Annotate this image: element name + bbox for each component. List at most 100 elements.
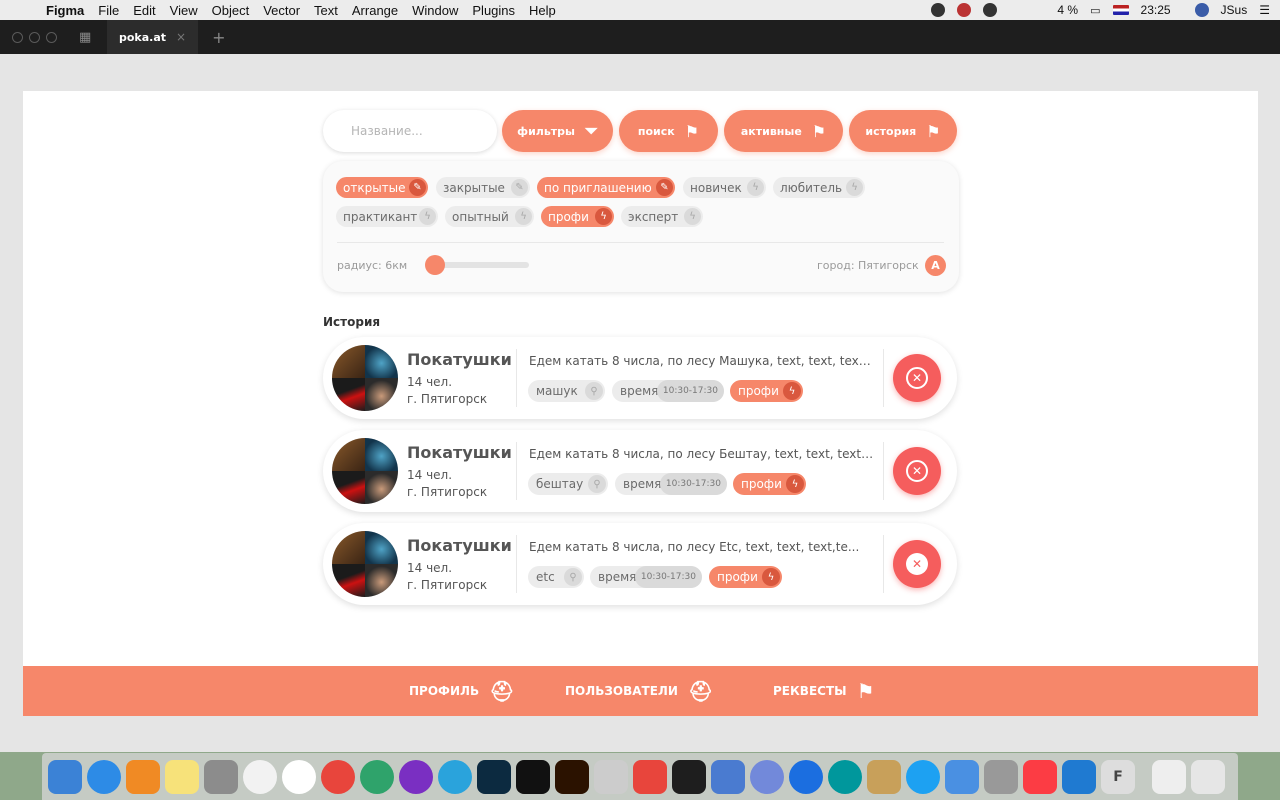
menu-file[interactable]: File xyxy=(98,3,119,18)
yandex-browser-icon[interactable] xyxy=(282,759,316,794)
level-tag: профи ϟ xyxy=(730,380,803,402)
chip-beginner[interactable]: новичек ϟ xyxy=(683,177,766,198)
user-avatar-icon xyxy=(1194,3,1209,17)
status-app-icon[interactable] xyxy=(957,3,972,17)
search-input[interactable]: Название... xyxy=(323,110,497,152)
discord-icon[interactable] xyxy=(750,759,784,794)
group-avatar xyxy=(332,345,398,411)
creative-cloud-icon[interactable] xyxy=(983,3,998,17)
notes-icon[interactable] xyxy=(165,759,199,794)
city-label: город: Пятигорск xyxy=(817,259,919,272)
figma-icon[interactable] xyxy=(672,759,706,794)
place-tag: машук ⚲ xyxy=(528,380,605,402)
finder-icon[interactable] xyxy=(48,759,82,794)
lightning-icon: ϟ xyxy=(419,208,436,225)
event-name: Покатушки xyxy=(407,536,512,555)
remove-button[interactable]: ✕ xyxy=(893,540,941,588)
trash-icon[interactable] xyxy=(1191,759,1225,794)
nav-users[interactable]: ПОЛЬЗОВАТЕЛИ ⛑ xyxy=(565,666,713,716)
fontforge-icon[interactable]: F xyxy=(1101,759,1135,794)
chip-amateur[interactable]: любитель ϟ xyxy=(773,177,865,198)
photos-icon[interactable] xyxy=(243,759,277,794)
nav-profile[interactable]: ПРОФИЛЬ ⛑ xyxy=(409,666,515,716)
history-card[interactable]: Покатушки 14 чел. г. Пятигорск Едем ката… xyxy=(323,337,957,419)
chip-experienced[interactable]: опытный ϟ xyxy=(445,206,534,227)
system-preferences-icon[interactable] xyxy=(204,759,238,794)
preview-icon[interactable] xyxy=(984,759,1018,794)
location-pin-icon: ⚲ xyxy=(585,382,603,400)
menu-window[interactable]: Window xyxy=(412,3,458,18)
script-editor-icon[interactable] xyxy=(867,759,901,794)
safari-icon[interactable] xyxy=(87,759,121,794)
nav-quests[interactable]: РЕКВЕСТЫ ⚑ xyxy=(773,666,875,716)
battery-icon[interactable]: ▭ xyxy=(1090,4,1100,17)
notification-center-icon[interactable]: ☰ xyxy=(1259,3,1270,17)
radius-slider-knob[interactable] xyxy=(425,255,445,275)
user-name[interactable]: JSus xyxy=(1221,3,1248,17)
menu-arrange[interactable]: Arrange xyxy=(352,3,398,18)
photoshop-icon[interactable] xyxy=(477,759,511,794)
tab-poka-at[interactable]: poka.at × xyxy=(107,20,199,54)
telegram-icon[interactable] xyxy=(438,759,472,794)
menu-plugins[interactable]: Plugins xyxy=(472,3,515,18)
coffee-app-icon[interactable] xyxy=(594,759,628,794)
card-divider xyxy=(516,349,517,407)
chip-trainee[interactable]: практикант ϟ xyxy=(336,206,438,227)
menu-view[interactable]: View xyxy=(170,3,198,18)
event-name: Покатушки xyxy=(407,443,512,462)
menu-help[interactable]: Help xyxy=(529,3,556,18)
status-app-icon[interactable] xyxy=(931,3,946,17)
clock[interactable]: 23:25 xyxy=(1141,3,1171,17)
remove-button[interactable]: ✕ xyxy=(893,447,941,495)
downloads-stack-icon[interactable] xyxy=(1152,759,1186,794)
xcode-blueprint-icon[interactable] xyxy=(945,759,979,794)
file-browser-grid-icon[interactable]: ▦ xyxy=(79,30,93,45)
menu-app-figma[interactable]: Figma xyxy=(46,3,84,18)
skype-icon[interactable] xyxy=(906,759,940,794)
atom-icon[interactable] xyxy=(360,759,394,794)
virtualbox-icon[interactable] xyxy=(711,759,745,794)
new-tab-button[interactable]: + xyxy=(212,28,225,47)
sketchup-icon[interactable] xyxy=(633,759,667,794)
podcast-icon[interactable] xyxy=(399,759,433,794)
card-divider xyxy=(883,442,884,500)
menu-edit[interactable]: Edit xyxy=(133,3,155,18)
chip-invite[interactable]: по приглашению ✎ xyxy=(537,177,675,198)
battery-percent: 4 % xyxy=(1057,3,1079,17)
chrome-icon[interactable] xyxy=(321,759,355,794)
tab-close-icon[interactable]: × xyxy=(176,30,186,44)
zoom-window-button[interactable] xyxy=(46,31,57,43)
participants-count: 14 чел. xyxy=(407,561,453,575)
terminal-icon[interactable] xyxy=(516,759,550,794)
location-pin-icon: ⚲ xyxy=(564,568,582,586)
input-source-flag-icon[interactable] xyxy=(1112,5,1129,15)
history-button[interactable]: история ⚑ xyxy=(849,110,957,152)
chip-expert[interactable]: эксперт ϟ xyxy=(621,206,703,227)
city-select-button[interactable]: A xyxy=(925,255,946,276)
illustrator-icon[interactable] xyxy=(555,759,589,794)
search-button[interactable]: поиск ⚑ xyxy=(619,110,718,152)
lock-icon: ✎ xyxy=(511,179,528,196)
books-icon[interactable] xyxy=(126,759,160,794)
vscode-icon[interactable] xyxy=(1062,759,1096,794)
chip-closed[interactable]: закрытые ✎ xyxy=(436,177,530,198)
history-card[interactable]: Покатушки 14 чел. г. Пятигорск Едем ката… xyxy=(323,430,957,512)
menu-object[interactable]: Object xyxy=(212,3,250,18)
close-circle-icon: ✕ xyxy=(906,460,928,482)
chip-pro[interactable]: профи ϟ xyxy=(541,206,614,227)
history-card[interactable]: Покатушки 14 чел. г. Пятигорск Едем ката… xyxy=(323,523,957,605)
close-window-button[interactable] xyxy=(12,31,23,43)
minimize-window-button[interactable] xyxy=(29,31,40,43)
arduino-icon[interactable] xyxy=(828,759,862,794)
macos-menubar: Figma File Edit View Object Vector Text … xyxy=(0,0,1280,20)
active-button[interactable]: активные ⚑ xyxy=(724,110,843,152)
teamviewer-icon[interactable] xyxy=(789,759,823,794)
filters-button[interactable]: фильтры ⏷ xyxy=(502,110,613,152)
chip-open[interactable]: открытые ✎ xyxy=(336,177,428,198)
itunes-icon[interactable] xyxy=(1023,759,1057,794)
menu-text[interactable]: Text xyxy=(314,3,338,18)
remove-button[interactable]: ✕ xyxy=(893,354,941,402)
menu-vector[interactable]: Vector xyxy=(263,3,300,18)
event-description: Едем катать 8 числа, по лесу Бештау, tex… xyxy=(529,447,874,461)
group-avatar xyxy=(332,531,398,597)
